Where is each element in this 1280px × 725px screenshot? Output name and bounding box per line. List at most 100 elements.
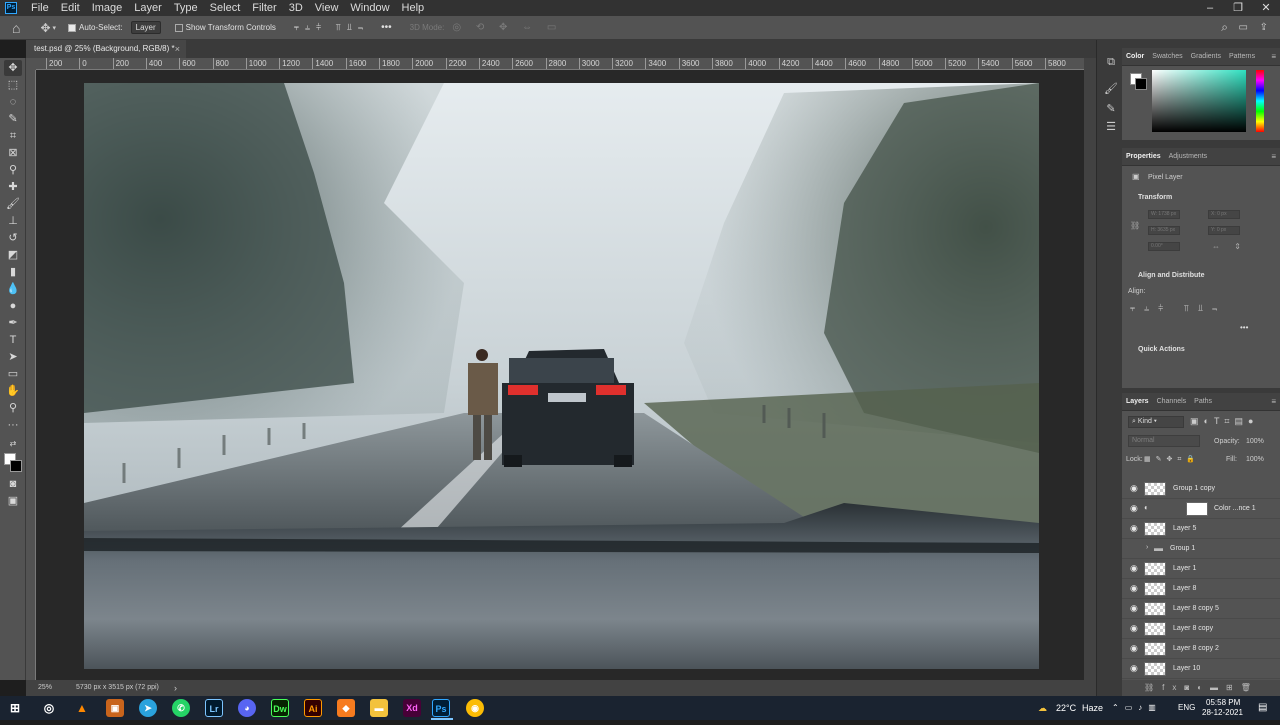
menu-edit[interactable]: Edit	[55, 0, 86, 16]
more-options-button[interactable]: •••	[381, 22, 392, 33]
zoom-tool-icon[interactable]: ⚲	[4, 400, 22, 416]
layer-row[interactable]: ◉ Layer 8 copy	[1122, 619, 1280, 639]
clone-stamp-tool-icon[interactable]: ⊥	[4, 213, 22, 229]
width-field[interactable]: W: 1738 px	[1148, 210, 1180, 219]
dreamweaver-icon[interactable]: Dw	[271, 699, 289, 717]
menu-window[interactable]: Window	[344, 0, 395, 16]
chevron-right-icon[interactable]: ›	[1146, 544, 1148, 551]
menu-select[interactable]: Select	[204, 0, 247, 16]
brushes-panel-icon[interactable]: ✎	[1104, 102, 1118, 116]
eyedropper-tool-icon[interactable]: ⚲	[4, 162, 22, 178]
angle-field[interactable]: 0.00°	[1148, 242, 1180, 251]
search-icon[interactable]: ⌕	[1221, 20, 1228, 35]
align-buttons-icon[interactable]: ⫧⫨⫩ ⫪⫫⫬	[294, 22, 369, 33]
menu-help[interactable]: Help	[396, 0, 431, 16]
eye-icon[interactable]: ◉	[1130, 604, 1140, 613]
link-icon[interactable]: ⛓	[1130, 221, 1140, 230]
tab-layers[interactable]: Layers	[1122, 398, 1153, 405]
panel-menu-icon[interactable]: ≡	[1271, 52, 1276, 61]
tab-adjustments[interactable]: Adjustments	[1165, 153, 1212, 160]
eye-icon[interactable]: ◉	[1130, 584, 1140, 593]
menu-type[interactable]: Type	[168, 0, 204, 16]
vertical-scrollbar[interactable]	[1084, 58, 1096, 680]
ruler-origin[interactable]	[26, 58, 36, 70]
vlc-icon[interactable]: ▲	[73, 699, 91, 717]
weather-icon[interactable]: ☁	[1038, 696, 1047, 720]
tab-properties[interactable]: Properties	[1122, 153, 1165, 160]
color-bg-swatch[interactable]	[1135, 78, 1147, 90]
notifications-icon[interactable]: ▤	[1258, 696, 1267, 720]
move-tool-preset-icon[interactable]: ✥	[40, 21, 50, 35]
more-align-button[interactable]: •••	[1240, 323, 1248, 332]
layer-row[interactable]: › ▬ Group 1	[1122, 539, 1280, 559]
eye-icon[interactable]: ◉	[1130, 524, 1140, 533]
tab-swatches[interactable]: Swatches	[1148, 53, 1186, 60]
crop-tool-icon[interactable]: ⌗	[4, 128, 22, 144]
screen-mode-icon[interactable]: ▣	[4, 493, 22, 509]
workspace-icon[interactable]: ▭	[1239, 22, 1248, 33]
show-transform-checkbox[interactable]	[174, 22, 186, 34]
history-brush-tool-icon[interactable]: ↺	[4, 230, 22, 246]
layers-footer-buttons[interactable]: ⛓fx◙◐▬⊞🗑	[1122, 680, 1280, 696]
adjust-panel-icon[interactable]: ☰	[1104, 120, 1118, 134]
eye-icon[interactable]: ◉	[1130, 484, 1140, 493]
home-icon[interactable]: ⌂	[12, 20, 20, 36]
lock-icons[interactable]: ▦✎✥⌗🔒	[1144, 455, 1200, 464]
whatsapp-icon[interactable]: ✆	[172, 699, 190, 717]
weather-temp[interactable]: 22°C	[1056, 696, 1076, 720]
rectangle-tool-icon[interactable]: ▭	[4, 366, 22, 382]
menu-filter[interactable]: Filter	[246, 0, 282, 16]
blend-mode-dropdown[interactable]: Normal	[1128, 435, 1200, 447]
menu-file[interactable]: File	[25, 0, 55, 16]
chevron-down-icon[interactable]: ▾	[53, 24, 57, 32]
color-picker-field[interactable]	[1152, 70, 1246, 132]
tray-icons[interactable]: ⌃▭♪▥	[1112, 696, 1162, 720]
history-panel-icon[interactable]: ⧉	[1104, 56, 1118, 70]
clock-date[interactable]: 28-12-2021	[1202, 701, 1243, 725]
lightroom-icon[interactable]: Lr	[205, 699, 223, 717]
language-indicator[interactable]: ENG	[1178, 696, 1195, 720]
hand-tool-icon[interactable]: ✋	[4, 383, 22, 399]
quick-select-tool-icon[interactable]: ✎	[4, 111, 22, 127]
menu-layer[interactable]: Layer	[128, 0, 168, 16]
move-tool-icon[interactable]: ✥	[4, 60, 22, 76]
tab-color[interactable]: Color	[1122, 53, 1148, 60]
layer-row[interactable]: ◉ Layer 10	[1122, 659, 1280, 679]
menu-3d[interactable]: 3D	[283, 0, 309, 16]
status-menu-arrow[interactable]: ›	[174, 680, 177, 696]
tab-channels[interactable]: Channels	[1153, 398, 1191, 405]
hue-slider[interactable]	[1256, 70, 1264, 132]
dodge-tool-icon[interactable]: ●	[4, 298, 22, 314]
zoom-level[interactable]: 25%	[38, 680, 52, 696]
layer-filter-icons[interactable]: ▣◐T⌗▤●	[1190, 416, 1258, 427]
tab-patterns[interactable]: Patterns	[1225, 53, 1259, 60]
search-icon[interactable]: ◎	[40, 699, 58, 717]
panel-menu-icon[interactable]: ≡	[1271, 152, 1276, 161]
restore-icon[interactable]: ❐	[1224, 0, 1252, 16]
opacity-value[interactable]: 100%	[1246, 438, 1264, 445]
vertical-ruler[interactable]	[26, 70, 36, 680]
document-canvas[interactable]	[84, 83, 1039, 669]
3d-mode-icons[interactable]: ◎ ⟲ ✥ ⇔ ▭	[452, 22, 562, 33]
layer-row[interactable]: ◉ Layer 5	[1122, 519, 1280, 539]
blur-tool-icon[interactable]: 💧	[4, 281, 22, 297]
start-icon[interactable]: ⊞	[6, 699, 24, 717]
brush-settings-icon[interactable]: 🖌	[1104, 82, 1118, 96]
eye-icon[interactable]: ◉	[1130, 624, 1140, 633]
fill-value[interactable]: 100%	[1246, 456, 1264, 463]
transform-title[interactable]: Transform	[1138, 194, 1172, 201]
photoshop-taskbar-icon[interactable]: Ps	[432, 699, 450, 717]
eye-icon[interactable]: ◉	[1130, 504, 1140, 513]
background-color-swatch[interactable]	[10, 460, 22, 472]
minimize-icon[interactable]: –	[1196, 0, 1224, 16]
chrome-icon[interactable]: ◉	[466, 699, 484, 717]
layer-row[interactable]: ◉ ◐ Color ...nce 1	[1122, 499, 1280, 519]
eye-icon[interactable]: ◉	[1130, 564, 1140, 573]
app2-icon[interactable]: ◆	[337, 699, 355, 717]
edit-toolbar-icon[interactable]: ···	[4, 417, 22, 433]
auto-select-checkbox[interactable]	[68, 22, 79, 34]
align-buttons[interactable]: ⫧⫨⫩ ⫪⫫⫬	[1130, 303, 1226, 314]
panel-menu-icon[interactable]: ≡	[1271, 397, 1276, 406]
menu-view[interactable]: View	[309, 0, 345, 16]
xd-icon[interactable]: Xd	[403, 699, 421, 717]
